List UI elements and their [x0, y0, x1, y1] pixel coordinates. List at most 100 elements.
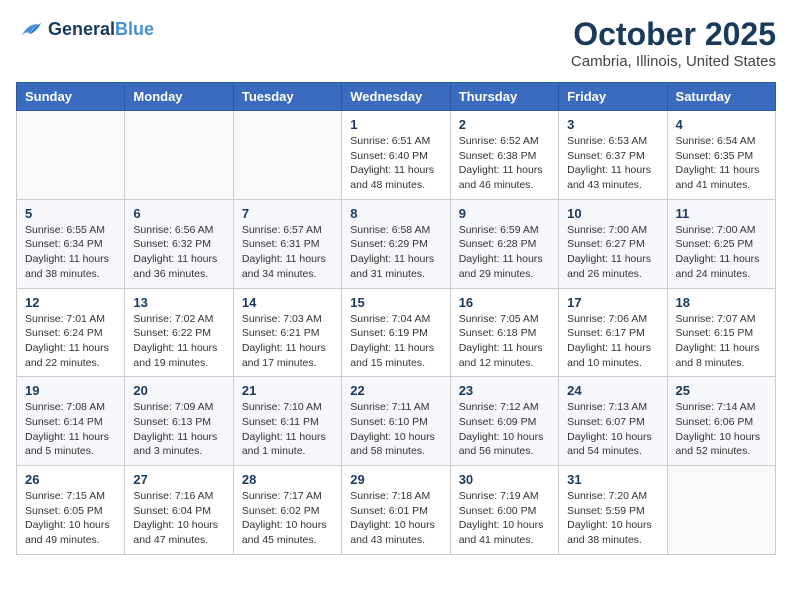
- day-number: 27: [133, 472, 224, 487]
- calendar-cell: 12 Sunrise: 7:01 AM Sunset: 6:24 PM Dayli…: [17, 288, 125, 377]
- day-info: Sunrise: 6:58 AM Sunset: 6:29 PM Dayligh…: [350, 223, 441, 282]
- day-info: Sunrise: 6:52 AM Sunset: 6:38 PM Dayligh…: [459, 134, 550, 193]
- day-number: 21: [242, 383, 333, 398]
- day-number: 13: [133, 295, 224, 310]
- calendar-table: SundayMondayTuesdayWednesdayThursdayFrid…: [16, 82, 776, 555]
- calendar-cell: 18Sunrise: 7:07 AM Sunset: 6:15 PM Dayli…: [667, 288, 775, 377]
- weekday-header-sunday: Sunday: [17, 83, 125, 111]
- calendar-cell: 2 Sunrise: 6:52 AM Sunset: 6:38 PM Daylig…: [450, 111, 558, 200]
- day-number: 22: [350, 383, 441, 398]
- location-title: Cambria, Illinois, United States: [571, 53, 776, 70]
- day-info: Sunrise: 7:18 AM Sunset: 6:01 PM Dayligh…: [350, 489, 441, 548]
- day-info: Sunrise: 7:20 AM Sunset: 5:59 PM Dayligh…: [567, 489, 658, 548]
- day-number: 24: [567, 383, 658, 398]
- day-number: 7: [242, 206, 333, 221]
- calendar-cell: [233, 111, 341, 200]
- day-number: 23: [459, 383, 550, 398]
- day-number: 5: [25, 206, 116, 221]
- day-number: 12: [25, 295, 116, 310]
- day-number: 14: [242, 295, 333, 310]
- day-number: 20: [133, 383, 224, 398]
- day-info: Sunrise: 7:16 AM Sunset: 6:04 PM Dayligh…: [133, 489, 224, 548]
- calendar-cell: 6Sunrise: 6:56 AM Sunset: 6:32 PM Daylig…: [125, 199, 233, 288]
- day-info: Sunrise: 7:10 AM Sunset: 6:11 PM Dayligh…: [242, 400, 333, 459]
- day-info: Sunrise: 7:00 AM Sunset: 6:27 PM Dayligh…: [567, 223, 658, 282]
- weekday-header-monday: Monday: [125, 83, 233, 111]
- weekday-header-thursday: Thursday: [450, 83, 558, 111]
- calendar-cell: 28 Sunrise: 7:17 AM Sunset: 6:02 PM Dayli…: [233, 466, 341, 555]
- day-info: Sunrise: 7:01 AM Sunset: 6:24 PM Dayligh…: [25, 312, 116, 371]
- weekday-header-wednesday: Wednesday: [342, 83, 450, 111]
- day-info: Sunrise: 6:54 AM Sunset: 6:35 PM Dayligh…: [676, 134, 767, 193]
- calendar-cell: 14Sunrise: 7:03 AM Sunset: 6:21 PM Dayli…: [233, 288, 341, 377]
- day-info: Sunrise: 7:19 AM Sunset: 6:00 PM Dayligh…: [459, 489, 550, 548]
- day-number: 29: [350, 472, 441, 487]
- month-title: October 2025: [571, 16, 776, 53]
- calendar-week-row: 26 Sunrise: 7:15 AM Sunset: 6:05 PM Dayli…: [17, 466, 776, 555]
- day-info: Sunrise: 7:13 AM Sunset: 6:07 PM Dayligh…: [567, 400, 658, 459]
- calendar-cell: 21 Sunrise: 7:10 AM Sunset: 6:11 PM Dayli…: [233, 377, 341, 466]
- day-number: 8: [350, 206, 441, 221]
- calendar-cell: 25 Sunrise: 7:14 AM Sunset: 6:06 PM Dayli…: [667, 377, 775, 466]
- calendar-cell: 1 Sunrise: 6:51 AM Sunset: 6:40 PM Daylig…: [342, 111, 450, 200]
- day-info: Sunrise: 6:55 AM Sunset: 6:34 PM Dayligh…: [25, 223, 116, 282]
- day-number: 6: [133, 206, 224, 221]
- day-number: 26: [25, 472, 116, 487]
- calendar-cell: 7 Sunrise: 6:57 AM Sunset: 6:31 PM Daylig…: [233, 199, 341, 288]
- calendar-cell: 19 Sunrise: 7:08 AM Sunset: 6:14 PM Dayli…: [17, 377, 125, 466]
- day-info: Sunrise: 7:17 AM Sunset: 6:02 PM Dayligh…: [242, 489, 333, 548]
- day-info: Sunrise: 7:05 AM Sunset: 6:18 PM Dayligh…: [459, 312, 550, 371]
- day-number: 4: [676, 117, 767, 132]
- calendar-week-row: 12 Sunrise: 7:01 AM Sunset: 6:24 PM Dayli…: [17, 288, 776, 377]
- calendar-cell: 22Sunrise: 7:11 AM Sunset: 6:10 PM Dayli…: [342, 377, 450, 466]
- calendar-cell: 5 Sunrise: 6:55 AM Sunset: 6:34 PM Daylig…: [17, 199, 125, 288]
- day-info: Sunrise: 6:57 AM Sunset: 6:31 PM Dayligh…: [242, 223, 333, 282]
- calendar-cell: [125, 111, 233, 200]
- day-info: Sunrise: 7:14 AM Sunset: 6:06 PM Dayligh…: [676, 400, 767, 459]
- title-block: October 2025 Cambria, Illinois, United S…: [571, 16, 776, 70]
- day-number: 15: [350, 295, 441, 310]
- day-number: 28: [242, 472, 333, 487]
- calendar-cell: 24 Sunrise: 7:13 AM Sunset: 6:07 PM Dayli…: [559, 377, 667, 466]
- day-number: 31: [567, 472, 658, 487]
- calendar-cell: 31 Sunrise: 7:20 AM Sunset: 5:59 PM Dayli…: [559, 466, 667, 555]
- day-number: 9: [459, 206, 550, 221]
- calendar-cell: [667, 466, 775, 555]
- day-info: Sunrise: 6:59 AM Sunset: 6:28 PM Dayligh…: [459, 223, 550, 282]
- calendar-cell: 11Sunrise: 7:00 AM Sunset: 6:25 PM Dayli…: [667, 199, 775, 288]
- calendar-week-row: 1 Sunrise: 6:51 AM Sunset: 6:40 PM Daylig…: [17, 111, 776, 200]
- calendar-cell: 20 Sunrise: 7:09 AM Sunset: 6:13 PM Dayli…: [125, 377, 233, 466]
- calendar-cell: 8 Sunrise: 6:58 AM Sunset: 6:29 PM Daylig…: [342, 199, 450, 288]
- day-number: 18: [676, 295, 767, 310]
- day-number: 1: [350, 117, 441, 132]
- day-number: 17: [567, 295, 658, 310]
- day-info: Sunrise: 7:02 AM Sunset: 6:22 PM Dayligh…: [133, 312, 224, 371]
- calendar-cell: 15 Sunrise: 7:04 AM Sunset: 6:19 PM Dayli…: [342, 288, 450, 377]
- day-info: Sunrise: 6:51 AM Sunset: 6:40 PM Dayligh…: [350, 134, 441, 193]
- calendar-cell: 23Sunrise: 7:12 AM Sunset: 6:09 PM Dayli…: [450, 377, 558, 466]
- day-info: Sunrise: 7:15 AM Sunset: 6:05 PM Dayligh…: [25, 489, 116, 548]
- calendar-cell: 9 Sunrise: 6:59 AM Sunset: 6:28 PM Daylig…: [450, 199, 558, 288]
- day-info: Sunrise: 7:04 AM Sunset: 6:19 PM Dayligh…: [350, 312, 441, 371]
- day-number: 19: [25, 383, 116, 398]
- calendar-cell: 29 Sunrise: 7:18 AM Sunset: 6:01 PM Dayli…: [342, 466, 450, 555]
- logo-text: GeneralBlue: [48, 20, 154, 40]
- day-info: Sunrise: 7:09 AM Sunset: 6:13 PM Dayligh…: [133, 400, 224, 459]
- day-number: 11: [676, 206, 767, 221]
- calendar-cell: 4 Sunrise: 6:54 AM Sunset: 6:35 PM Daylig…: [667, 111, 775, 200]
- day-info: Sunrise: 7:08 AM Sunset: 6:14 PM Dayligh…: [25, 400, 116, 459]
- day-number: 16: [459, 295, 550, 310]
- calendar-cell: 30 Sunrise: 7:19 AM Sunset: 6:00 PM Dayli…: [450, 466, 558, 555]
- logo: GeneralBlue: [16, 16, 154, 44]
- day-number: 3: [567, 117, 658, 132]
- day-number: 10: [567, 206, 658, 221]
- day-number: 2: [459, 117, 550, 132]
- day-number: 30: [459, 472, 550, 487]
- logo-bird-icon: [16, 16, 44, 44]
- calendar-week-row: 19 Sunrise: 7:08 AM Sunset: 6:14 PM Dayli…: [17, 377, 776, 466]
- day-number: 25: [676, 383, 767, 398]
- day-info: Sunrise: 7:06 AM Sunset: 6:17 PM Dayligh…: [567, 312, 658, 371]
- calendar-cell: 10 Sunrise: 7:00 AM Sunset: 6:27 PM Dayli…: [559, 199, 667, 288]
- weekday-header-row: SundayMondayTuesdayWednesdayThursdayFrid…: [17, 83, 776, 111]
- calendar-cell: 16 Sunrise: 7:05 AM Sunset: 6:18 PM Dayli…: [450, 288, 558, 377]
